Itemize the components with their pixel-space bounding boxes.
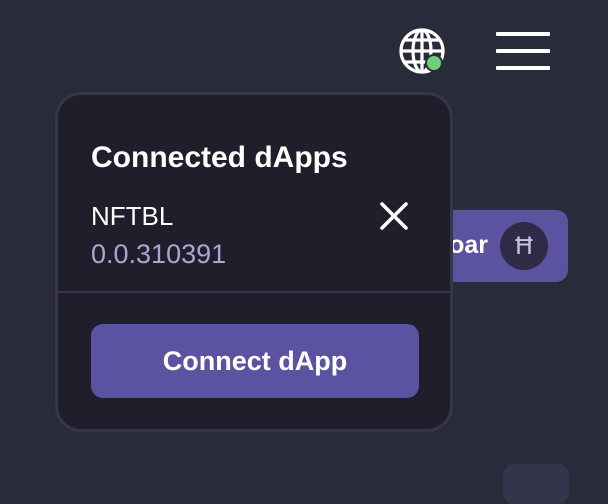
menu-line-icon <box>496 66 550 70</box>
hamburger-menu-button[interactable] <box>496 32 550 72</box>
account-pill-label: oar <box>449 231 488 259</box>
connected-dapps-popover: Connected dApps NFTBL 0.0.310391 Connect… <box>55 92 453 432</box>
menu-line-icon <box>496 32 550 36</box>
background-card <box>503 464 569 504</box>
close-icon <box>380 202 408 230</box>
dapp-list-item: NFTBL 0.0.310391 <box>91 201 421 271</box>
divider <box>58 291 450 293</box>
dapp-name: NFTBL <box>91 201 174 231</box>
hbar-currency-icon: Ħ <box>500 222 548 270</box>
connect-dapp-button[interactable]: Connect dApp <box>91 324 419 398</box>
network-globe-button[interactable] <box>398 27 450 77</box>
menu-line-icon <box>496 49 550 53</box>
dapp-account-id: 0.0.310391 <box>91 239 227 269</box>
connection-status-dot <box>425 54 443 72</box>
popover-title: Connected dApps <box>91 141 348 174</box>
disconnect-dapp-button[interactable] <box>377 199 411 233</box>
